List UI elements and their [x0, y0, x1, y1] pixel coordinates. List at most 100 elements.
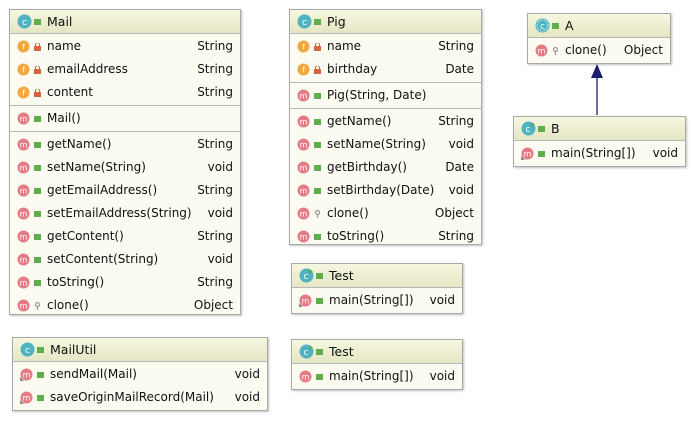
public-icon — [37, 395, 44, 401]
return-type: void — [234, 367, 260, 381]
method-row[interactable]: m getEmailAddress() String — [10, 179, 240, 202]
runnable-class-icon: c — [521, 121, 536, 136]
svg-text:c: c — [304, 272, 309, 282]
method-name: clone() — [47, 298, 89, 312]
method-row[interactable]: m toString() String — [10, 271, 240, 294]
method-icon: m — [17, 276, 30, 289]
method-name: getEmailAddress() — [47, 183, 158, 197]
class-mail[interactable]: c Mail f name String f emailAddress String f… — [9, 9, 241, 315]
field-name: name — [47, 39, 82, 53]
method-row[interactable]: m main(String[]) void — [292, 289, 462, 312]
field-row[interactable]: f name String — [290, 35, 481, 58]
method-name: sendMail(Mail) — [50, 367, 137, 381]
svg-text:m: m — [23, 394, 31, 403]
method-icon: m — [297, 89, 310, 102]
constructor-name: Pig(String, Date) — [327, 88, 427, 102]
method-row[interactable]: m toString() String — [290, 225, 481, 248]
method-row[interactable]: m clone() Object — [10, 294, 240, 317]
class-name: Test — [329, 268, 354, 283]
svg-text:c: c — [302, 18, 307, 28]
svg-text:m: m — [302, 373, 310, 382]
public-icon — [314, 165, 321, 171]
class-b[interactable]: c B m main(String[]) void — [513, 116, 686, 167]
public-icon — [552, 23, 559, 29]
method-row[interactable]: m clone() Object — [290, 202, 481, 225]
class-mailutil[interactable]: c MailUtil m sendMail(Mail) void m saveOrig… — [12, 337, 268, 411]
method-row[interactable]: m setName(String) void — [290, 133, 481, 156]
method-name: getName() — [47, 137, 112, 151]
return-type: String — [197, 229, 233, 243]
protected-key-icon — [34, 302, 41, 310]
method-icon: m — [297, 115, 310, 128]
method-row[interactable]: m getBirthday() Date — [290, 156, 481, 179]
class-test[interactable]: c Test m main(String[]) void — [291, 339, 463, 390]
svg-text:f: f — [302, 66, 305, 75]
svg-text:c: c — [25, 346, 30, 356]
svg-text:m: m — [300, 141, 308, 150]
method-name: clone() — [565, 43, 607, 57]
field-icon: f — [297, 63, 310, 76]
public-icon — [34, 280, 41, 286]
method-row[interactable]: m setBirthday(Date) void — [290, 179, 481, 202]
method-row[interactable]: m clone() Object — [528, 39, 670, 62]
method-row[interactable]: m sendMail(Mail) void — [13, 363, 267, 386]
return-type: void — [207, 206, 233, 220]
method-row[interactable]: m main(String[]) void — [292, 365, 462, 388]
lock-icon — [314, 66, 321, 74]
lock-icon — [314, 43, 321, 51]
class-icon: c — [17, 14, 32, 29]
constructor-row[interactable]: m Pig(String, Date) — [290, 84, 481, 107]
return-type: void — [207, 252, 233, 266]
method-icon: m — [297, 138, 310, 151]
class-a[interactable]: c A m clone() Object — [527, 13, 671, 64]
public-icon — [37, 372, 44, 378]
method-name: setName(String) — [327, 137, 426, 151]
return-type: Date — [445, 160, 474, 174]
method-row[interactable]: m getContent() String — [10, 225, 240, 248]
return-type: void — [234, 390, 260, 404]
svg-text:c: c — [540, 22, 545, 32]
svg-text:f: f — [22, 66, 25, 75]
method-name: getName() — [327, 114, 392, 128]
constructor-name: Mail() — [47, 111, 81, 125]
field-type: String — [197, 85, 233, 99]
svg-text:m: m — [524, 150, 532, 159]
svg-text:m: m — [23, 371, 31, 380]
method-row[interactable]: m saveOriginMailRecord(Mail) void — [13, 386, 267, 409]
method-name: setContent(String) — [47, 252, 159, 266]
field-row[interactable]: f name String — [10, 35, 240, 58]
return-type: void — [429, 293, 455, 307]
class-name: Test — [329, 344, 354, 359]
field-icon: f — [297, 40, 310, 53]
svg-text:m: m — [20, 233, 28, 242]
class-icon: c — [20, 342, 35, 357]
lock-icon — [34, 89, 41, 97]
class-name: B — [551, 121, 560, 136]
constructor-row[interactable]: m Mail() — [10, 107, 240, 130]
class-pig[interactable]: c Pig f name String f birthday Date m Pig(Str… — [289, 9, 482, 245]
method-row[interactable]: m setContent(String) void — [10, 248, 240, 271]
field-row[interactable]: f content String — [10, 81, 240, 104]
method-name: main(String[]) — [329, 293, 414, 307]
method-row[interactable]: m main(String[]) void — [514, 142, 685, 165]
method-row[interactable]: m getName() String — [10, 133, 240, 156]
public-icon — [314, 93, 321, 99]
field-row[interactable]: f birthday Date — [290, 58, 481, 81]
return-type: Object — [434, 206, 474, 220]
method-name: setBirthday(Date) — [327, 183, 435, 197]
method-icon: m — [299, 370, 312, 383]
public-icon — [34, 257, 41, 263]
method-row[interactable]: m getName() String — [290, 110, 481, 133]
method-name: toString() — [47, 275, 105, 289]
field-row[interactable]: f emailAddress String — [10, 58, 240, 81]
method-name: main(String[]) — [329, 369, 414, 383]
class-icon: c — [297, 14, 312, 29]
return-type: String — [438, 114, 474, 128]
method-icon: m — [17, 230, 30, 243]
method-icon: m — [297, 207, 310, 220]
method-row[interactable]: m setName(String) void — [10, 156, 240, 179]
method-name: setName(String) — [47, 160, 146, 174]
class-test[interactable]: c Test m main(String[]) void — [291, 263, 463, 314]
method-row[interactable]: m setEmailAddress(String) void — [10, 202, 240, 225]
method-name: toString() — [327, 229, 385, 243]
